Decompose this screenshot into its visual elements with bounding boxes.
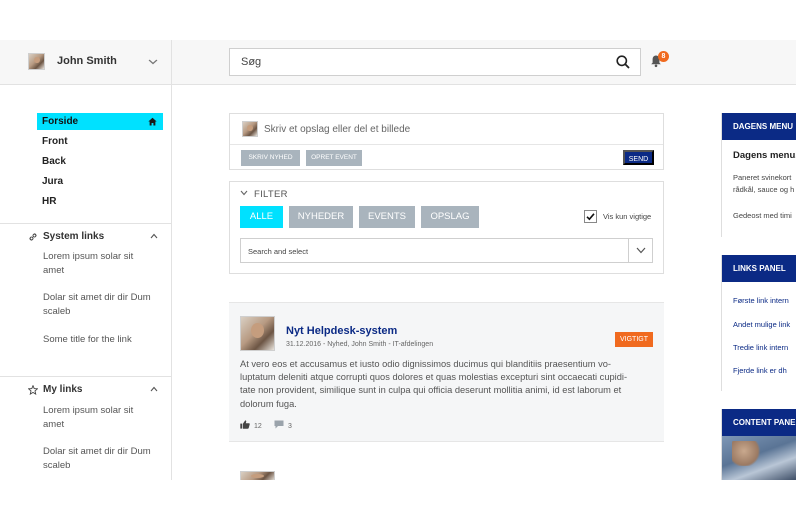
dagens-menu-line: rådkål, sauce og h	[733, 185, 795, 194]
post-composer: SKRIV NYHED OPRET EVENT SEND	[229, 113, 664, 170]
top-blank-strip	[0, 0, 796, 40]
panel-link-2[interactable]: Andet mulige link	[733, 320, 790, 329]
sidebar-divider	[0, 223, 171, 224]
content-panel: CONTENT PANEL	[721, 409, 796, 480]
bottom-blank-strip	[0, 480, 796, 519]
composer-divider	[230, 144, 663, 145]
important-only-checkbox[interactable]	[584, 210, 597, 223]
dagens-menu-extra: Gedeost med timi	[733, 211, 792, 220]
post-body-line: luptatum deleniti atque corrupti quos do…	[240, 372, 628, 383]
search-input[interactable]	[230, 49, 610, 75]
comment-count: 3	[288, 423, 292, 430]
filter-toggle[interactable]: FILTER	[240, 189, 288, 200]
filter-tab-alle[interactable]: ALLE	[240, 206, 283, 228]
filter-tab-opslag[interactable]: OPSLAG	[421, 206, 479, 228]
system-link-1[interactable]: Lorem ipsum solar sit amet	[43, 250, 153, 278]
post-body-line: dolorum fuga.	[240, 398, 297, 409]
my-link-2[interactable]: Dolar sit amet dir dir Dum scaleb	[43, 445, 153, 473]
links-panel: LINKS PANEL Første link intern Andet mul…	[721, 255, 796, 391]
panel-link-3[interactable]: Tredie link intern	[733, 343, 788, 352]
system-links-title: System links	[43, 231, 105, 242]
select-placeholder: Search and select	[248, 247, 309, 256]
system-link-2[interactable]: Dolar sit amet dir dir Dum scaleb	[43, 291, 153, 319]
feed-post[interactable]: Nyt Helpdesk-system 31.12.2016 - Nyhed, …	[229, 302, 664, 442]
link-icon	[29, 233, 37, 241]
dagens-menu-heading: Dagens menu,	[733, 150, 796, 161]
content-panel-image[interactable]	[722, 436, 796, 480]
top-header: John Smith 8	[0, 40, 796, 85]
post-meta: 31.12.2016 - Nyhed, John Smith - IT-afde…	[286, 341, 434, 348]
home-icon	[148, 117, 157, 126]
thumbs-up-icon	[240, 420, 250, 429]
nav-item-hr[interactable]: HR	[37, 193, 163, 210]
links-panel-title: LINKS PANEL	[722, 255, 796, 282]
post-body-line: tate non provident, similique sunt in cu…	[240, 385, 622, 396]
notification-badge: 8	[658, 51, 669, 62]
my-links-header[interactable]: My links	[28, 384, 160, 398]
chevron-up-icon[interactable]	[150, 386, 158, 392]
sidebar-divider	[0, 376, 171, 377]
dagens-menu-title: DAGENS MENU	[722, 113, 796, 140]
post-body-line: At vero eos et accusamus et iusto odio d…	[240, 359, 612, 369]
chevron-down-icon[interactable]	[148, 59, 158, 65]
filter-title: FILTER	[254, 189, 288, 200]
chevron-down-icon	[636, 247, 646, 254]
nav-item-front[interactable]: Front	[37, 133, 163, 150]
important-only-label: Vis kun vigtige	[603, 212, 652, 221]
nav-item-label: Front	[42, 136, 68, 147]
comment-icon	[274, 420, 284, 429]
nav-item-back[interactable]: Back	[37, 153, 163, 170]
post-author-avatar	[240, 316, 275, 351]
dagens-menu-panel: DAGENS MENU Dagens menu, Paneret svineko…	[721, 113, 796, 237]
content-panel-title: CONTENT PANEL	[722, 409, 796, 436]
user-avatar	[28, 53, 45, 70]
user-name: John Smith	[57, 55, 117, 67]
search-icon[interactable]	[616, 55, 630, 69]
nav-item-label: Back	[42, 156, 66, 167]
nav-item-jura[interactable]: Jura	[37, 173, 163, 190]
app-frame: John Smith 8 Forside Front Back Jur	[0, 0, 796, 519]
system-link-3[interactable]: Some title for the link	[43, 333, 153, 347]
left-sidebar: Forside Front Back Jura HR System links …	[0, 85, 172, 480]
feed-post-partial[interactable]	[229, 460, 664, 481]
chevron-up-icon[interactable]	[150, 233, 158, 239]
user-menu[interactable]: John Smith	[0, 40, 172, 84]
nav-item-forside[interactable]: Forside	[37, 113, 163, 130]
search-box	[229, 48, 641, 76]
panel-link-1[interactable]: Første link intern	[733, 296, 789, 305]
checkmark-icon	[586, 213, 595, 221]
important-badge: VIGTIGT	[615, 332, 653, 347]
select-dropdown-button[interactable]	[628, 239, 652, 262]
filter-panel: FILTER ALLE NYHEDER EVENTS OPSLAG Vis ku…	[229, 181, 664, 274]
send-button[interactable]: SEND	[623, 150, 654, 165]
nav-item-label: HR	[42, 196, 57, 207]
my-link-1[interactable]: Lorem ipsum solar sit amet	[43, 404, 153, 432]
chevron-down-icon	[240, 190, 248, 196]
create-event-button[interactable]: OPRET EVENT	[306, 150, 362, 166]
my-links-title: My links	[43, 384, 83, 395]
write-news-button[interactable]: SKRIV NYHED	[241, 150, 300, 166]
nav-item-label: Forside	[42, 116, 79, 127]
star-icon	[28, 385, 38, 395]
dagens-menu-line: Paneret svinekort	[733, 173, 792, 182]
filter-tab-events[interactable]: EVENTS	[359, 206, 415, 228]
composer-input[interactable]	[264, 122, 654, 136]
nav-item-label: Jura	[42, 176, 64, 187]
system-links-header[interactable]: System links	[28, 231, 160, 245]
search-select[interactable]: Search and select	[240, 238, 653, 263]
comment-button[interactable]: 3	[274, 420, 292, 430]
panel-link-4[interactable]: Fjerde link er dh	[733, 366, 787, 375]
post-title[interactable]: Nyt Helpdesk-system	[286, 325, 397, 337]
composer-avatar	[242, 121, 258, 137]
like-button[interactable]: 12	[240, 420, 262, 430]
filter-tab-nyheder[interactable]: NYHEDER	[289, 206, 353, 228]
post-body: At vero eos et accusamus et iusto odio d…	[240, 358, 652, 411]
like-count: 12	[254, 423, 262, 430]
